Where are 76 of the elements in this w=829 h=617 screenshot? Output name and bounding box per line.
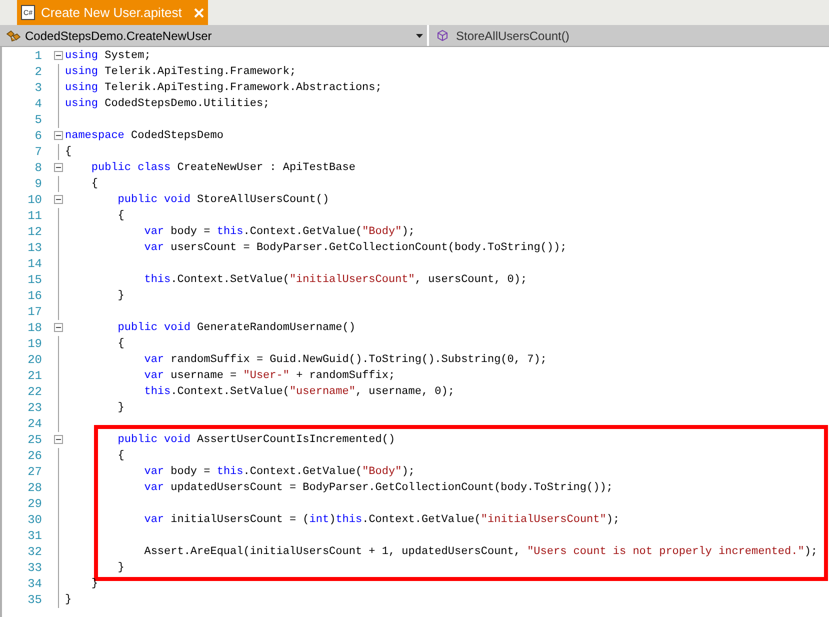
line-number: 6 bbox=[34, 128, 42, 144]
line-number: 15 bbox=[26, 272, 42, 288]
code-line: } bbox=[65, 593, 72, 608]
code-line: { bbox=[116, 449, 124, 464]
line-number: 19 bbox=[26, 336, 42, 352]
code-line: } bbox=[90, 577, 98, 592]
code-line: this.Context.SetValue("username", username, 0); bbox=[143, 385, 454, 400]
code-line: using Telerik.ApiTesting.Framework.Abstractions; bbox=[65, 81, 382, 96]
class-icon bbox=[5, 28, 21, 42]
code-line: { bbox=[116, 337, 124, 352]
close-icon[interactable] bbox=[194, 8, 204, 18]
line-number: 1 bbox=[34, 48, 42, 64]
line-number: 28 bbox=[26, 480, 42, 496]
collapse-icon[interactable] bbox=[54, 195, 63, 204]
line-number: 32 bbox=[26, 544, 42, 560]
line-number: 24 bbox=[26, 416, 42, 432]
tab-title: Create New User.apitest bbox=[41, 4, 182, 22]
line-number: 21 bbox=[26, 368, 42, 384]
collapse-icon[interactable] bbox=[54, 163, 63, 172]
code-line: public void AssertUserCountIsIncremented() bbox=[116, 433, 396, 448]
code-line: } bbox=[116, 401, 124, 416]
code-line: var initialUsersCount = (int)this.Context.GetValue("initialUsersCount"); bbox=[143, 513, 620, 528]
collapse-icon[interactable] bbox=[54, 131, 63, 140]
line-number: 14 bbox=[26, 256, 42, 272]
code-line: using Telerik.ApiTesting.Framework; bbox=[65, 65, 296, 80]
code-line: public void GenerateRandomUsername() bbox=[116, 321, 356, 336]
member-dropdown[interactable]: StoreAllUsersCount() bbox=[429, 25, 829, 46]
line-number: 33 bbox=[26, 560, 42, 576]
line-number: 34 bbox=[26, 576, 42, 592]
code-line: var body = this.Context.GetValue("Body"); bbox=[143, 465, 415, 480]
line-number: 10 bbox=[26, 192, 42, 208]
line-number: 13 bbox=[26, 240, 42, 256]
line-number: 9 bbox=[34, 176, 42, 192]
collapse-icon[interactable] bbox=[54, 323, 63, 332]
line-number: 20 bbox=[26, 352, 42, 368]
dropdown-arrow-icon bbox=[416, 34, 423, 38]
line-number: 25 bbox=[26, 432, 42, 448]
line-number: 2 bbox=[34, 64, 42, 80]
cube-icon bbox=[437, 30, 448, 41]
code-line: { bbox=[116, 209, 124, 224]
line-number: 30 bbox=[26, 512, 42, 528]
code-line: var randomSuffix = Guid.NewGuid().ToString().Substring(0, 7); bbox=[143, 353, 547, 368]
code-line: namespace CodedStepsDemo bbox=[65, 129, 224, 144]
code-line: public class CreateNewUser : ApiTestBase bbox=[90, 161, 356, 176]
code-line: using CodedStepsDemo.Utilities; bbox=[65, 97, 270, 112]
code-line: } bbox=[116, 561, 124, 576]
line-number: 8 bbox=[34, 160, 42, 176]
line-number: 29 bbox=[26, 496, 42, 512]
line-number: 26 bbox=[26, 448, 42, 464]
line-number: 17 bbox=[26, 304, 42, 320]
line-number: 18 bbox=[26, 320, 42, 336]
line-number: 16 bbox=[26, 288, 42, 304]
code-line: var usersCount = BodyParser.GetCollectionCount(body.ToString()); bbox=[143, 241, 567, 256]
code-line: var username = "User-" + randomSuffix; bbox=[143, 369, 396, 384]
line-number: 11 bbox=[26, 208, 42, 224]
collapse-icon[interactable] bbox=[54, 435, 63, 444]
code-line: public void StoreAllUsersCount() bbox=[116, 193, 330, 208]
line-number: 7 bbox=[34, 144, 42, 160]
line-number: 12 bbox=[26, 224, 42, 240]
code-line: var updatedUsersCount = BodyParser.GetCollectionCount(body.ToString()); bbox=[143, 481, 613, 496]
line-number: 35 bbox=[26, 592, 42, 608]
code-line: { bbox=[65, 145, 72, 160]
line-number: 23 bbox=[26, 400, 42, 416]
code-line: Assert.AreEqual(initialUsersCount + 1, updatedUsersCount, "Users count is not properly incremented."); bbox=[143, 545, 818, 560]
line-number: 3 bbox=[34, 80, 42, 96]
line-number: 27 bbox=[26, 464, 42, 480]
code-line: this.Context.SetValue("initialUsersCount", usersCount, 0); bbox=[143, 273, 528, 288]
line-number: 5 bbox=[34, 112, 42, 128]
collapse-icon[interactable] bbox=[54, 51, 63, 60]
line-number: 31 bbox=[26, 528, 42, 544]
line-number: 22 bbox=[26, 384, 42, 400]
code-line: var body = this.Context.GetValue("Body"); bbox=[143, 225, 415, 240]
code-line: { bbox=[90, 177, 98, 192]
line-number: 4 bbox=[34, 96, 42, 112]
code-line: } bbox=[116, 289, 124, 304]
code-line: using System; bbox=[65, 49, 151, 64]
